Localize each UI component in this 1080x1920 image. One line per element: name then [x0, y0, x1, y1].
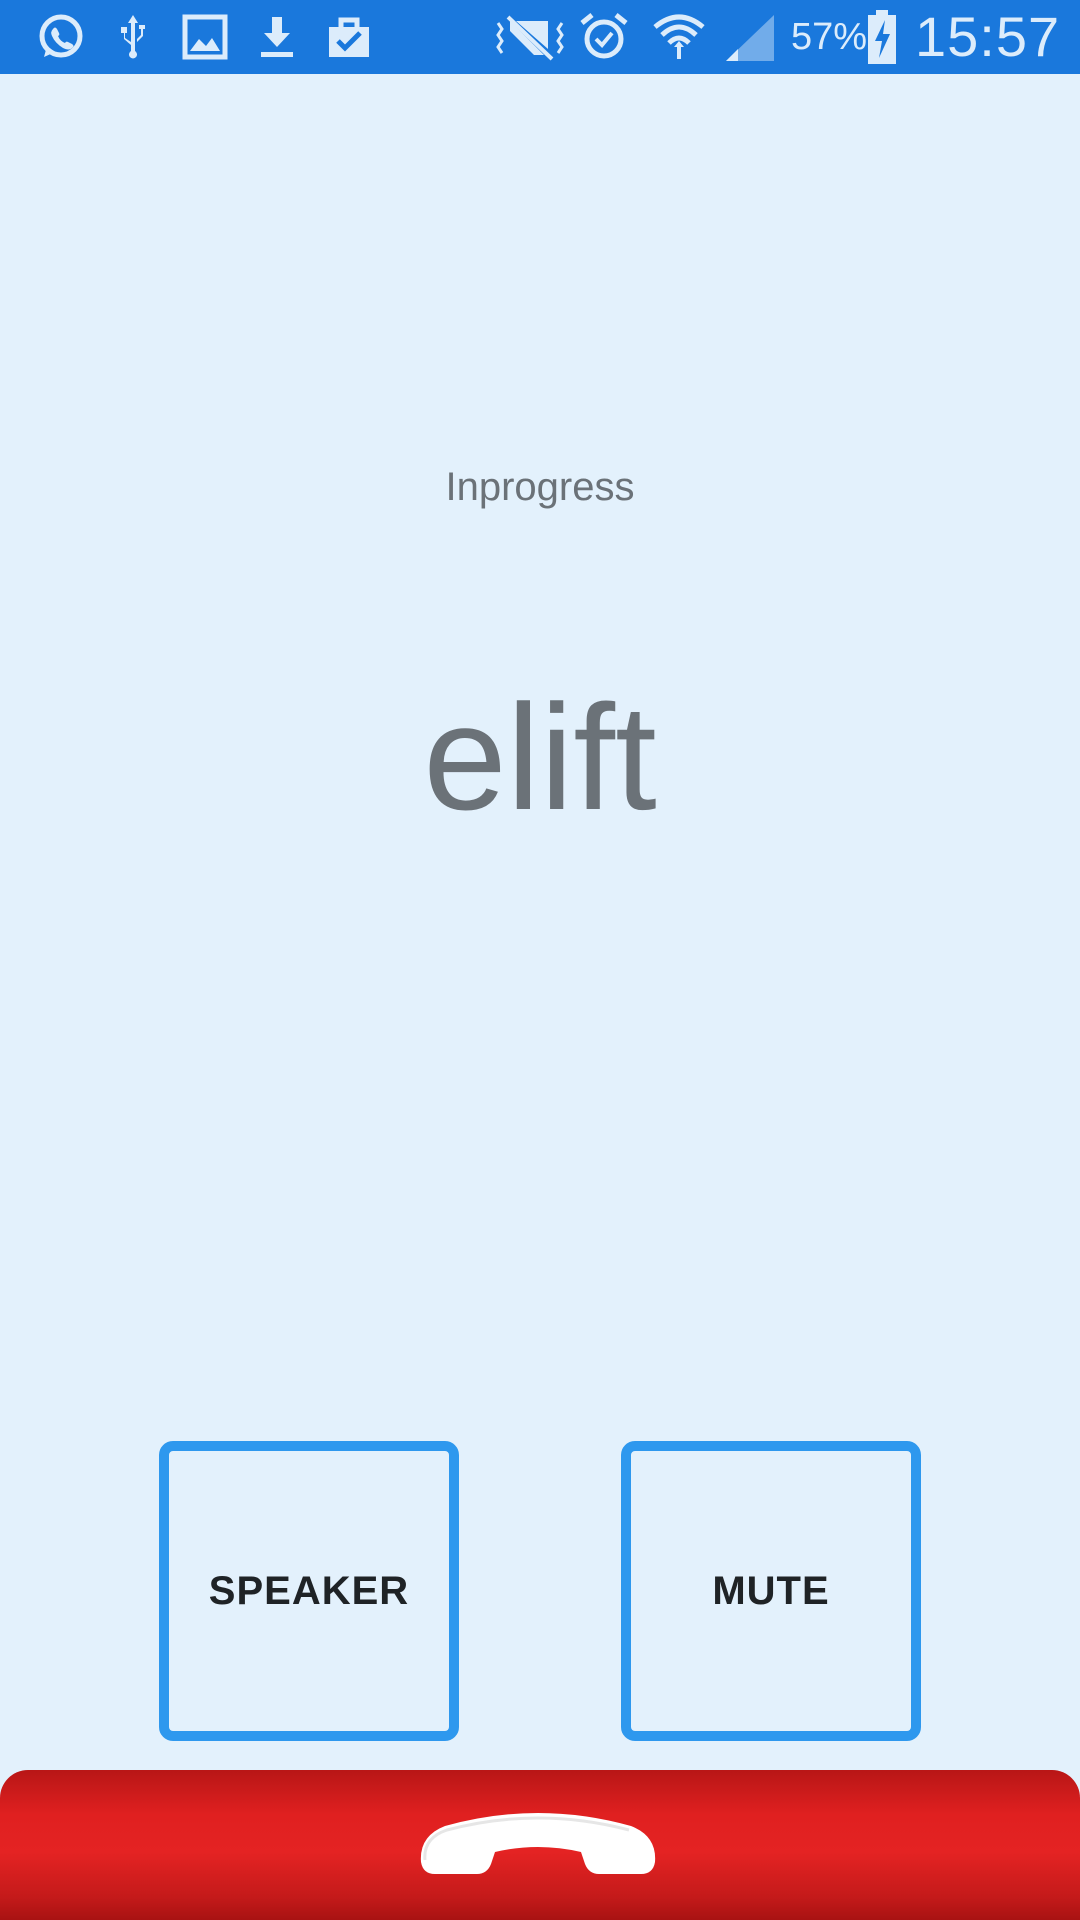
battery-percent: 57%	[791, 16, 868, 58]
vibrate-icon	[494, 11, 566, 63]
alarm-icon	[578, 11, 630, 63]
call-status: Inprogress	[445, 465, 635, 509]
download-icon	[251, 11, 303, 63]
image-icon	[179, 11, 231, 63]
mute-button[interactable]: MUTE	[621, 1441, 921, 1741]
call-screen: 57% 15:57 Inprogress elift SPEAKER MUTE	[0, 0, 1080, 1920]
status-bar: 57% 15:57	[0, 0, 1080, 74]
clock: 15:57	[915, 5, 1061, 68]
caller-name: elift	[423, 673, 657, 841]
speaker-button-label: SPEAKER	[208, 1568, 410, 1613]
end-call-icon	[415, 1808, 661, 1888]
clipboard-check-icon	[323, 11, 375, 63]
whatsapp-icon	[34, 11, 86, 63]
wifi-icon	[651, 11, 707, 63]
speaker-button[interactable]: SPEAKER	[159, 1441, 459, 1741]
battery-charging-icon	[866, 10, 898, 64]
mute-button-label: MUTE	[712, 1568, 830, 1613]
usb-icon	[107, 11, 159, 63]
signal-icon	[724, 11, 776, 63]
